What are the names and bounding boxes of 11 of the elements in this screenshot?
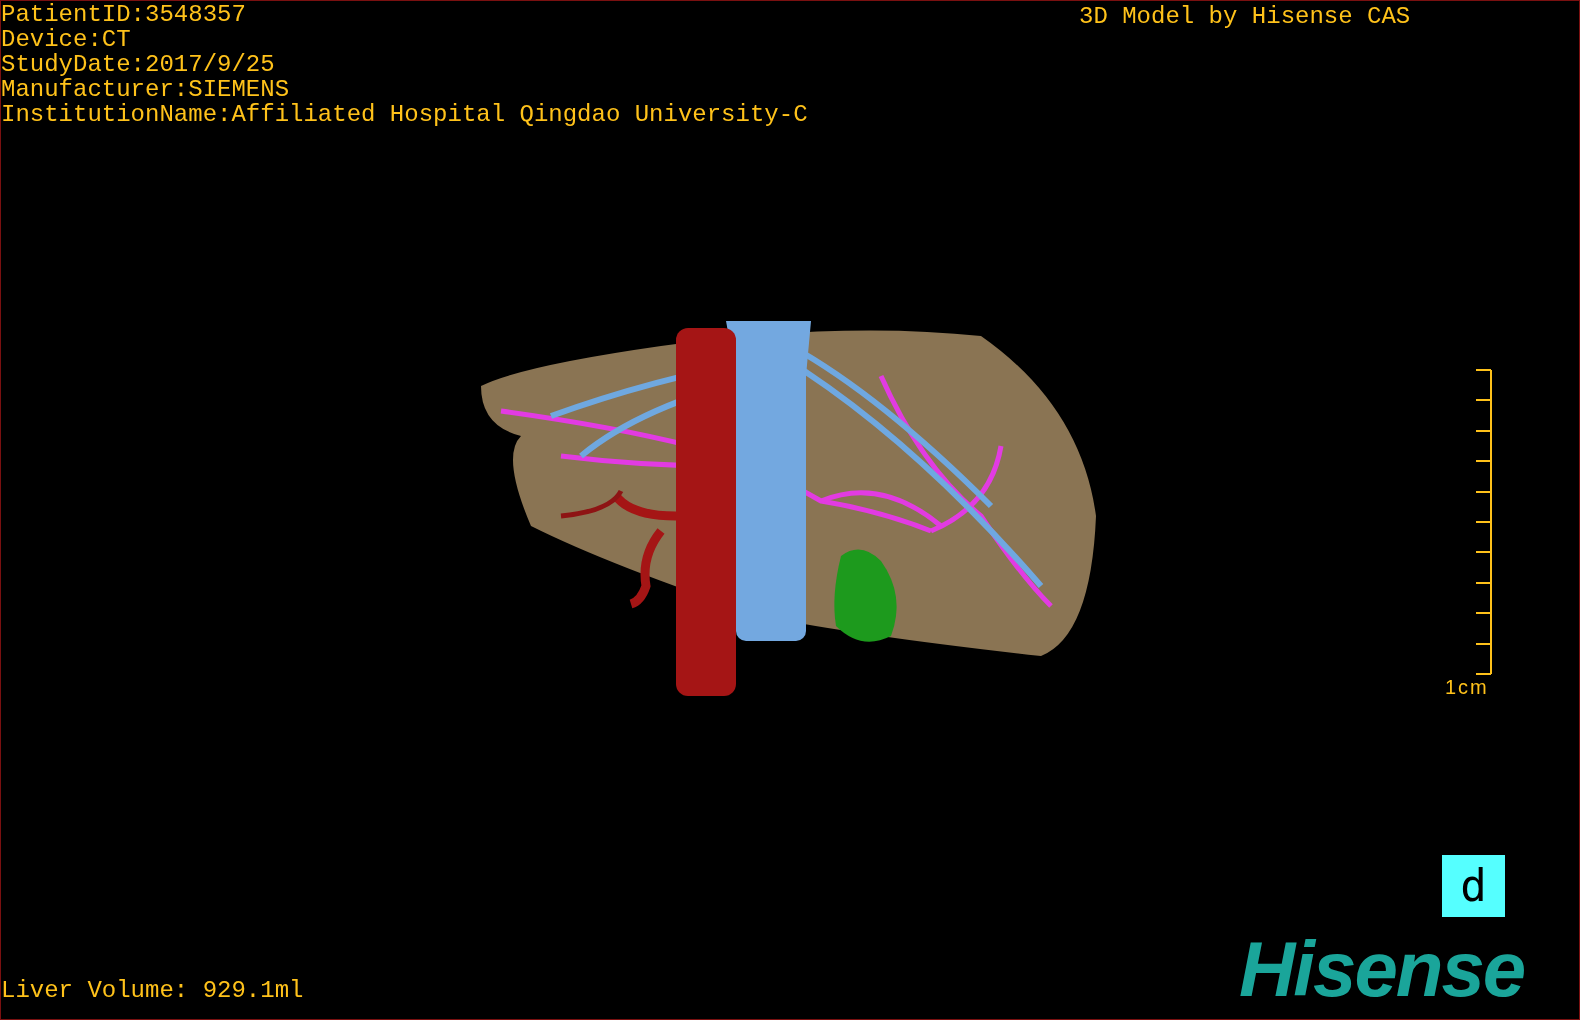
scale-ruler-icon [1474, 369, 1494, 675]
viewer-title: 3D Model by Hisense CAS [1079, 3, 1411, 31]
info-line: PatientID:3548357 [1, 2, 247, 27]
info-line: Manufacturer:SIEMENS [1, 77, 291, 102]
logo: Hisense [1239, 929, 1525, 1009]
scale-label: 1cm [1445, 676, 1489, 698]
view-button[interactable]: d [1442, 855, 1505, 917]
info-line: InstitutionName:Affiliated Hospital Qingdao University-C [1, 102, 808, 127]
liver-volume-text: Liver Volume: 929.1ml [1, 977, 304, 1005]
info-line: Device:CT [1, 27, 132, 52]
info-line: StudyDate:2017/9/25 [1, 52, 276, 77]
